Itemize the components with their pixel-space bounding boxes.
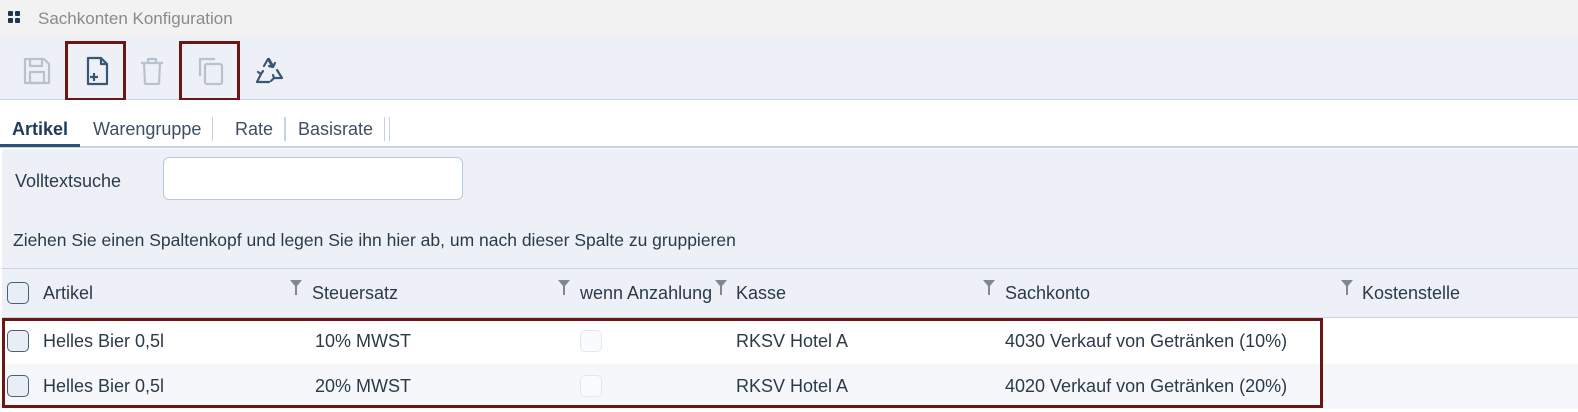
column-header-steuersatz[interactable]: Steuersatz [312, 283, 398, 304]
recycle-icon [255, 57, 284, 84]
file-plus-icon [86, 56, 108, 86]
search-label: Volltextsuche [15, 171, 122, 191]
delete-button[interactable] [124, 43, 180, 99]
save-icon [23, 57, 51, 85]
row-checkbox[interactable] [7, 330, 29, 352]
filter-icon[interactable] [715, 280, 727, 296]
window-title: Sachkonten Konfiguration [38, 9, 233, 28]
search-input[interactable] [163, 157, 463, 200]
cell-kasse: RKSV Hotel A [736, 376, 849, 396]
cell-steuersatz: 10% MWST [315, 331, 412, 351]
column-header-anzahlung[interactable]: wenn Anzahlung [580, 283, 713, 304]
cell-steuersatz: 20% MWST [315, 376, 412, 396]
select-all-checkbox[interactable] [7, 282, 29, 304]
cell-artikel: Helles Bier 0,5l [43, 331, 165, 351]
filter-icon[interactable] [558, 280, 570, 296]
column-header-artikel[interactable]: Artikel [43, 283, 93, 304]
group-drop-hint[interactable]: Ziehen Sie einen Spaltenkopf und legen S… [13, 230, 736, 251]
cell-sachkonto: 4030 Verkauf von Getränken (10%) [1005, 331, 1288, 351]
cell-kasse: RKSV Hotel A [736, 331, 849, 351]
tab-rate[interactable]: Rate [223, 117, 286, 141]
copy-button[interactable] [179, 41, 240, 101]
active-tab-indicator [0, 144, 80, 147]
tab-basisrate[interactable]: Basisrate [286, 117, 386, 141]
column-header-kostenstelle[interactable]: Kostenstelle [1362, 283, 1460, 304]
trash-icon [141, 57, 163, 86]
cell-anzahlung-checkbox [580, 375, 602, 397]
toolbar [0, 38, 1578, 101]
save-button[interactable] [9, 43, 65, 99]
title-bar: Sachkonten Konfiguration [0, 0, 1578, 38]
filter-icon[interactable] [983, 280, 995, 296]
app-icon [8, 11, 22, 25]
filter-icon[interactable] [290, 280, 302, 296]
tab-divider [389, 117, 390, 141]
tab-artikel[interactable]: Artikel [0, 117, 68, 141]
recycle-button[interactable] [241, 43, 297, 99]
tab-warengruppe[interactable]: Warengruppe [81, 117, 214, 141]
tab-bar: Artikel Warengruppe Rate Basisrate [0, 100, 1578, 148]
column-header-sachkonto[interactable]: Sachkonto [1005, 283, 1090, 304]
row-checkbox[interactable] [7, 375, 29, 397]
tab-divider [285, 117, 286, 141]
copy-icon [198, 57, 223, 86]
cell-artikel: Helles Bier 0,5l [43, 376, 165, 396]
new-button[interactable] [65, 41, 126, 101]
filter-icon[interactable] [1341, 280, 1353, 296]
cell-anzahlung-checkbox [580, 330, 602, 352]
cell-sachkonto: 4020 Verkauf von Getränken (20%) [1005, 376, 1288, 396]
column-header-kasse[interactable]: Kasse [736, 283, 786, 304]
